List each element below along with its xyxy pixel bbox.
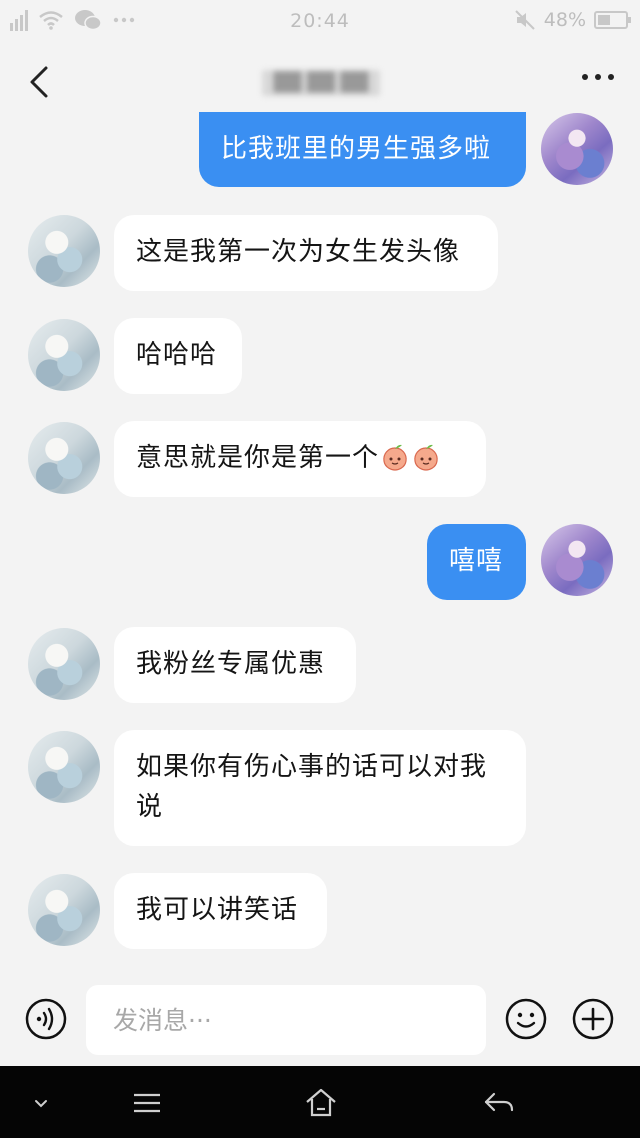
chat-header: ██ ██ ██: [0, 44, 640, 120]
message-input[interactable]: [86, 985, 486, 1055]
message-bubble-theirs: 意思就是你是第一个: [114, 421, 486, 497]
message-bubble-theirs: 哈哈哈: [114, 318, 242, 394]
voice-icon[interactable]: [25, 998, 67, 1040]
emoji-icon[interactable]: [505, 998, 547, 1040]
my-avatar[interactable]: [541, 524, 613, 596]
battery-percent: 48%: [543, 9, 586, 31]
message-bubble-mine: 嘻嘻: [427, 524, 526, 600]
contact-avatar[interactable]: [28, 319, 100, 391]
system-nav-bar: [0, 1066, 640, 1138]
status-right: 48%: [514, 9, 631, 31]
more-icon[interactable]: [582, 74, 614, 80]
menu-icon[interactable]: [130, 1086, 164, 1120]
message-bubble-theirs: 这是我第一次为女生发头像: [114, 215, 498, 291]
my-avatar[interactable]: [541, 113, 613, 185]
message-input-bar: [0, 973, 640, 1066]
contact-name: ██ ██ ██: [262, 70, 380, 96]
collapse-icon[interactable]: [24, 1086, 58, 1120]
home-icon[interactable]: [304, 1086, 338, 1120]
battery-fill: [598, 15, 611, 25]
message-text: 意思就是你是第一个: [136, 443, 380, 473]
message-bubble-theirs: 我粉丝专属优惠: [114, 627, 356, 703]
peach-emoji-icon: [383, 444, 407, 471]
contact-avatar[interactable]: [28, 422, 100, 494]
plus-icon[interactable]: [572, 998, 614, 1040]
contact-avatar[interactable]: [28, 215, 100, 287]
back-icon[interactable]: [482, 1086, 516, 1120]
peach-emoji-icon: [414, 444, 438, 471]
contact-avatar[interactable]: [28, 731, 100, 803]
contact-avatar[interactable]: [28, 874, 100, 946]
contact-avatar[interactable]: [28, 628, 100, 700]
mute-icon: [515, 10, 535, 30]
back-chevron-icon[interactable]: [22, 62, 62, 102]
battery-icon: [594, 11, 631, 29]
message-bubble-mine: 比我班里的男生强多啦: [199, 112, 526, 187]
status-bar: 20:44 48%: [0, 0, 640, 44]
message-bubble-theirs: 我可以讲笑话: [114, 873, 327, 949]
message-bubble-theirs: 如果你有伤心事的话可以对我说: [114, 730, 526, 846]
